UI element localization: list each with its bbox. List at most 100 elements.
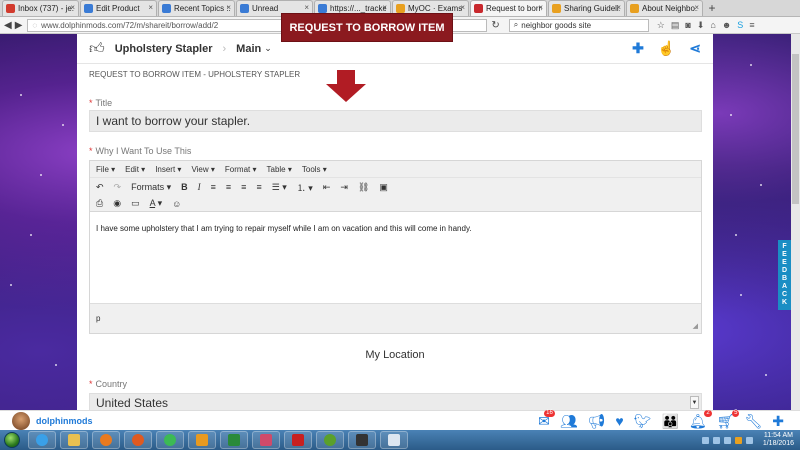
- taskbar-media-icon[interactable]: [92, 431, 120, 449]
- editor-menu-item[interactable]: Edit ▾: [125, 165, 145, 174]
- tab-close-icon[interactable]: ×: [304, 3, 309, 12]
- share-icon[interactable]: ⋖: [689, 40, 701, 57]
- bullet-list-icon[interactable]: ☰ ▾: [272, 182, 287, 193]
- taskbar-terminal-icon[interactable]: [348, 431, 376, 449]
- group-icon[interactable]: 👪︎: [661, 413, 678, 430]
- reload-icon[interactable]: ↻: [491, 20, 499, 31]
- cart-icon[interactable]: 🛒︎ 5: [717, 410, 740, 430]
- tab-close-icon[interactable]: ×: [538, 3, 543, 12]
- browser-tab[interactable]: Request to borro...×: [470, 0, 547, 16]
- align-right-icon[interactable]: ≡: [241, 182, 246, 192]
- tab-close-icon[interactable]: ×: [148, 3, 153, 12]
- heart-icon[interactable]: ♥: [615, 413, 623, 430]
- scrollbar-thumb[interactable]: [792, 54, 799, 204]
- pocket-icon[interactable]: ◙: [685, 20, 690, 31]
- tray-power-icon[interactable]: [745, 436, 753, 444]
- text-color-icon[interactable]: A ▾: [150, 198, 163, 209]
- username[interactable]: dolphinmods: [36, 416, 93, 426]
- outdent-icon[interactable]: ⇤: [323, 182, 331, 193]
- feedback-tab[interactable]: FEEDBACK: [778, 240, 791, 310]
- menu-icon[interactable]: ≡: [749, 20, 754, 31]
- download-icon[interactable]: ⬇: [697, 20, 705, 31]
- star-icon[interactable]: ☆: [657, 20, 665, 31]
- tab-close-icon[interactable]: ×: [70, 3, 75, 12]
- taskbar-ie-icon[interactable]: [28, 431, 56, 449]
- new-tab-button[interactable]: +: [704, 2, 720, 16]
- taskbar-folder-icon[interactable]: [60, 431, 88, 449]
- align-center-icon[interactable]: ≡: [226, 182, 231, 192]
- redo-icon[interactable]: ↷: [114, 182, 122, 193]
- taskbar-outlook-icon[interactable]: [188, 431, 216, 449]
- title-input[interactable]: I want to borrow your stapler.: [89, 110, 702, 132]
- editor-menu-item[interactable]: Table ▾: [267, 165, 292, 174]
- formats-dropdown[interactable]: Formats ▾: [131, 182, 171, 193]
- browser-tab[interactable]: Inbox (737) - je... ×: [2, 0, 79, 16]
- tray-app-icon[interactable]: [734, 436, 742, 444]
- link-icon[interactable]: ⛓: [358, 182, 369, 193]
- browser-tab[interactable]: Sharing Guideli... ×: [548, 0, 625, 16]
- emoticon-icon[interactable]: ☺: [172, 199, 181, 209]
- taskbar-doc-icon[interactable]: [380, 431, 408, 449]
- resize-handle-icon[interactable]: ◢: [693, 322, 698, 330]
- tray-volume-icon[interactable]: [723, 436, 731, 444]
- editor-menu-item[interactable]: Insert ▾: [155, 165, 181, 174]
- editor-menu-item[interactable]: Tools ▾: [302, 165, 327, 174]
- numbered-list-icon[interactable]: ⒈ ▾: [297, 181, 313, 194]
- align-justify-icon[interactable]: ≡: [256, 182, 261, 192]
- back-arrow-icon[interactable]: ◀: [4, 20, 12, 31]
- tab-close-icon[interactable]: ×: [616, 3, 621, 12]
- tab-close-icon[interactable]: ×: [694, 3, 699, 12]
- megaphone-icon[interactable]: 📢︎: [588, 413, 606, 430]
- media-icon[interactable]: ▭: [131, 198, 140, 209]
- image-icon[interactable]: ▣: [379, 182, 388, 193]
- skype-icon[interactable]: S: [737, 20, 743, 31]
- clock[interactable]: 11:54 AM 1/18/2016: [763, 432, 794, 448]
- taskbar-excel-icon[interactable]: [220, 431, 248, 449]
- tab-close-icon[interactable]: ×: [460, 3, 465, 12]
- start-button-icon[interactable]: [4, 432, 20, 448]
- friends-icon[interactable]: 👥︎: [560, 413, 578, 430]
- wrench-icon[interactable]: 🔧︎: [744, 413, 762, 430]
- tab-close-icon[interactable]: ×: [226, 3, 231, 12]
- taskbar-filezilla-icon[interactable]: [284, 431, 312, 449]
- preview-icon[interactable]: ◉: [113, 198, 121, 209]
- forward-arrow-icon[interactable]: ▶: [15, 20, 23, 31]
- country-select[interactable]: United States ▼: [89, 393, 702, 410]
- print-icon[interactable]: ⎙: [96, 198, 103, 209]
- taskbar-paint-icon[interactable]: [252, 431, 280, 449]
- browser-tab[interactable]: Recent Topics :... ×: [158, 0, 235, 16]
- tray-flag-icon[interactable]: [701, 436, 709, 444]
- undo-icon[interactable]: ↶: [96, 182, 104, 193]
- breadcrumb-menu[interactable]: Main: [236, 43, 261, 55]
- page-scrollbar[interactable]: [791, 34, 800, 410]
- breadcrumb-item[interactable]: Upholstery Stapler: [115, 43, 213, 55]
- bell-icon[interactable]: 🔔︎ 2: [689, 410, 712, 430]
- editor-menu-item[interactable]: View ▾: [191, 165, 214, 174]
- browser-tab[interactable]: About Neighbo... ×: [626, 0, 703, 16]
- bold-icon[interactable]: B: [181, 182, 188, 192]
- tray-network-icon[interactable]: [712, 436, 720, 444]
- smiley-icon[interactable]: ☻: [722, 20, 731, 31]
- like-icon[interactable]: ☝: [658, 40, 675, 57]
- taskbar-frog-icon[interactable]: [316, 431, 344, 449]
- bookmarks-icon[interactable]: ▤: [671, 20, 680, 31]
- align-left-icon[interactable]: ≡: [211, 182, 216, 192]
- thumbs-up-icon[interactable]: 👍︎: [89, 40, 105, 58]
- home-icon[interactable]: ⌂: [710, 20, 715, 31]
- add-icon[interactable]: ✚: [632, 40, 644, 57]
- editor-menu-item[interactable]: Format ▾: [225, 165, 257, 174]
- tab-close-icon[interactable]: ×: [382, 3, 387, 12]
- plus-icon[interactable]: ✚: [772, 413, 784, 430]
- browser-tab[interactable]: Edit Product ×: [80, 0, 157, 16]
- indent-icon[interactable]: ⇥: [340, 182, 348, 193]
- mail-icon[interactable]: ✉ 16: [538, 410, 555, 430]
- chevron-down-icon[interactable]: ⌄: [264, 43, 272, 54]
- editor-content[interactable]: I have some upholstery that I am trying …: [90, 212, 701, 303]
- avatar[interactable]: [12, 411, 30, 430]
- italic-icon[interactable]: I: [198, 182, 201, 192]
- taskbar-chrome-icon[interactable]: [156, 431, 184, 449]
- twitter-icon[interactable]: 🐦︎: [634, 413, 652, 430]
- taskbar-firefox-icon[interactable]: [124, 431, 152, 449]
- dropdown-arrow-icon[interactable]: ▼: [690, 396, 699, 409]
- editor-menu-item[interactable]: File ▾: [96, 165, 115, 174]
